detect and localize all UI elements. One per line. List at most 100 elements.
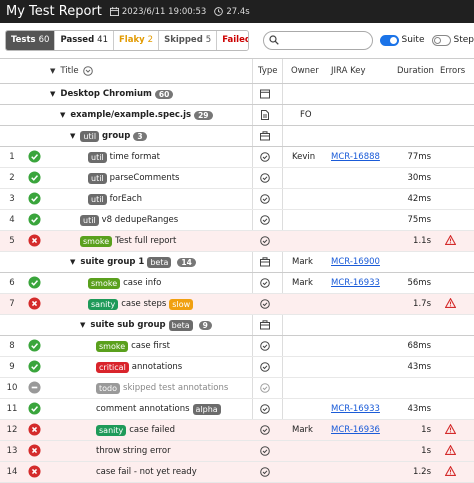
filter-tab-all[interactable]: Tests60 xyxy=(6,31,55,50)
error-warning-icon[interactable] xyxy=(445,466,457,478)
test-title[interactable]: smokecase info xyxy=(88,278,161,289)
error-warning-icon[interactable] xyxy=(445,445,457,457)
status-failed-icon xyxy=(28,465,42,479)
sort-chevron-icon[interactable] xyxy=(83,66,93,76)
owner-column-header[interactable]: Owner xyxy=(291,66,319,76)
tag-smoke: smoke xyxy=(88,278,120,289)
jira-link[interactable]: MCR-16933 xyxy=(331,278,380,288)
jira-link[interactable]: MCR-16888 xyxy=(331,152,380,162)
collapse-caret-icon[interactable]: ▼ xyxy=(50,90,55,98)
tag-util: util xyxy=(80,215,99,226)
test-name: annotations xyxy=(132,362,182,372)
test-row[interactable]: 9criticalannotations43ms xyxy=(0,357,474,378)
test-row[interactable]: 1utiltime formatKevinMCR-1688877ms xyxy=(0,147,474,168)
test-title[interactable]: criticalannotations xyxy=(96,362,182,373)
status-failed-icon xyxy=(28,423,42,437)
errors-column-header[interactable]: Errors xyxy=(440,66,465,76)
step-switch[interactable] xyxy=(432,35,451,46)
filter-label: Flaky xyxy=(119,35,145,45)
owner-cell: FO xyxy=(300,110,340,120)
test-title[interactable]: sanitycase stepsslow xyxy=(88,299,196,310)
test-row[interactable]: 6smokecase infoMarkMCR-1693356ms xyxy=(0,273,474,294)
test-title[interactable]: todoskipped test annotations xyxy=(96,383,228,394)
suite-row[interactable]: ▼suite sub groupbeta9 xyxy=(0,315,474,336)
jira-column-header[interactable]: JIRA Key xyxy=(331,66,366,76)
filter-tab-failed[interactable]: Failed12 xyxy=(217,31,248,50)
test-row[interactable]: 8smokecase first68ms xyxy=(0,336,474,357)
test-title[interactable]: utilv8 dedupeRanges xyxy=(80,215,178,226)
suite-row[interactable]: ▼utilgroup3 xyxy=(0,126,474,147)
filter-tab-passed[interactable]: Passed41 xyxy=(55,31,114,50)
error-warning-icon[interactable] xyxy=(445,235,457,247)
collapse-all-icon[interactable]: ▼ xyxy=(50,67,55,75)
test-name: case info xyxy=(123,278,161,288)
collapse-caret-icon[interactable]: ▼ xyxy=(60,111,65,119)
test-name: Test full report xyxy=(115,236,176,246)
collapse-caret-icon[interactable]: ▼ xyxy=(70,132,75,140)
row-number: 11 xyxy=(0,404,24,414)
test-row[interactable]: 2utilparseComments30ms xyxy=(0,168,474,189)
grid-header: ▼ Title Type Owner JIRA Key Duration Err… xyxy=(0,58,474,84)
suite-count-badge: 9 xyxy=(199,321,212,330)
collapse-caret-icon[interactable]: ▼ xyxy=(80,321,85,329)
test-row[interactable]: 12sanitycase failedMarkMCR-169361s xyxy=(0,420,474,441)
status-passed-icon xyxy=(28,402,42,416)
case-icon xyxy=(259,382,271,394)
suite-row[interactable]: ▼Desktop Chromium60 xyxy=(0,84,474,105)
duration-cell: 1.2s xyxy=(413,467,431,477)
jira-link[interactable]: MCR-16933 xyxy=(331,404,380,414)
jira-link[interactable]: MCR-16900 xyxy=(331,257,380,267)
status-passed-icon xyxy=(28,150,42,164)
search-box[interactable] xyxy=(263,31,373,50)
suite-switch[interactable] xyxy=(380,35,399,46)
test-title[interactable]: smokecase first xyxy=(96,341,170,352)
duration-cell: 68ms xyxy=(407,341,431,351)
search-input[interactable] xyxy=(282,36,372,45)
suite-title: ▼Desktop Chromium60 xyxy=(50,89,173,99)
status-passed-icon xyxy=(28,360,42,374)
test-row[interactable]: 3utilforEach42ms xyxy=(0,189,474,210)
test-row[interactable]: 13throw string error1s xyxy=(0,441,474,462)
collapse-caret-icon[interactable]: ▼ xyxy=(70,258,75,266)
row-number: 7 xyxy=(0,299,24,309)
calendar-icon xyxy=(110,7,119,16)
type-column-header[interactable]: Type xyxy=(258,66,278,76)
test-row[interactable]: 4utilv8 dedupeRanges75ms xyxy=(0,210,474,231)
title-column-header[interactable]: ▼ Title xyxy=(50,66,93,76)
filter-tab-flaky[interactable]: Flaky2 xyxy=(114,31,159,50)
test-title[interactable]: utilparseComments xyxy=(88,173,180,184)
error-warning-icon[interactable] xyxy=(445,298,457,310)
clock-icon xyxy=(214,7,223,16)
test-name: v8 dedupeRanges xyxy=(102,215,179,225)
step-toggle[interactable]: Step xyxy=(432,35,474,46)
suite-row[interactable]: ▼suite group 1beta14MarkMCR-16900 xyxy=(0,252,474,273)
report-duration: 27.4s xyxy=(214,7,249,17)
test-title[interactable]: comment annotationsalpha xyxy=(96,404,224,415)
test-title[interactable]: case fail - not yet ready xyxy=(96,467,197,477)
filter-count: 41 xyxy=(97,35,108,45)
status-passed-icon xyxy=(28,339,42,353)
test-row[interactable]: 5smokeTest full report1.1s xyxy=(0,231,474,252)
error-warning-icon[interactable] xyxy=(445,424,457,436)
case-icon xyxy=(259,172,271,184)
suite-row[interactable]: ▼example/example.spec.js29FO xyxy=(0,105,474,126)
tag-beta: beta xyxy=(147,257,171,268)
jira-link[interactable]: MCR-16936 xyxy=(331,425,380,435)
suite-toggle[interactable]: Suite xyxy=(380,35,425,46)
test-row[interactable]: 14 case fail - not yet ready 1.2s xyxy=(0,462,474,483)
duration-column-header[interactable]: Duration xyxy=(397,66,434,76)
test-row[interactable]: 11comment annotationsalphaMCR-1693343ms xyxy=(0,399,474,420)
test-row[interactable]: 10todoskipped test annotations xyxy=(0,378,474,399)
test-row[interactable]: 7 sanitycase stepsslow 1.7s xyxy=(0,294,474,315)
test-title[interactable]: sanitycase failed xyxy=(96,425,175,436)
row-number: 14 xyxy=(0,467,24,477)
filter-tab-skipped[interactable]: Skipped5 xyxy=(159,31,217,50)
tag-smoke: smoke xyxy=(80,236,112,247)
test-title[interactable]: smokeTest full report xyxy=(80,236,176,247)
test-title[interactable]: throw string error xyxy=(96,446,171,456)
duration-cell: 1.7s xyxy=(413,299,431,309)
file-icon xyxy=(259,109,271,121)
test-title[interactable]: utiltime format xyxy=(88,152,160,163)
test-title[interactable]: utilforEach xyxy=(88,194,142,205)
case-icon xyxy=(259,340,271,352)
